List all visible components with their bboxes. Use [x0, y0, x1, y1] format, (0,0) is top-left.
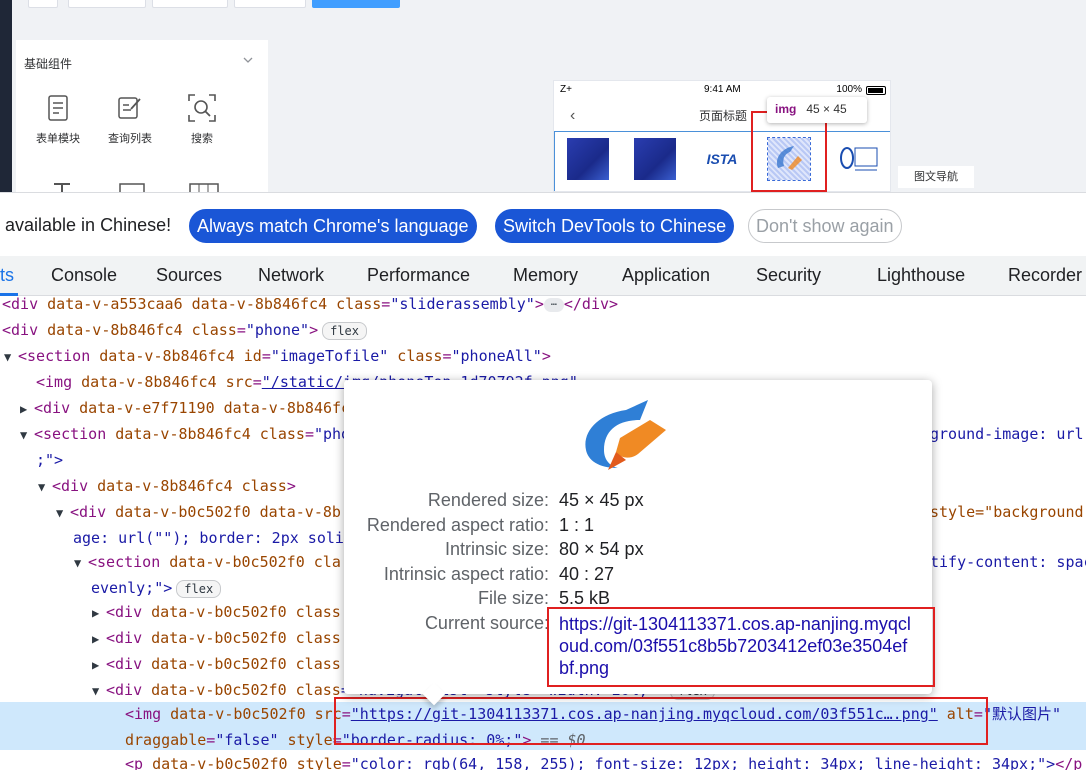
tab-sources[interactable]: Sources [156, 265, 222, 286]
collapse-triangle-icon[interactable]: ▶ [92, 627, 106, 651]
devtools-tab-bar: ts Console Sources Network Performance M… [0, 256, 1086, 296]
nav-image-1[interactable] [567, 138, 609, 180]
nav-image-5[interactable] [837, 138, 879, 180]
language-infobar: available in Chinese! Always match Chrom… [0, 192, 1086, 256]
tab-lighthouse[interactable]: Lighthouse [877, 265, 965, 286]
edit-list-icon [114, 92, 146, 124]
dom-attr-overflow: tify-content: spac [930, 553, 1086, 571]
image-nav-row[interactable]: ISTA [554, 131, 890, 191]
component-panel: 基础组件 表单模块 查询列表 搜索 [16, 40, 268, 192]
telecom-logo-icon [840, 147, 878, 171]
status-time: 9:41 AM [704, 84, 741, 95]
expand-triangle-icon[interactable]: ▼ [56, 501, 70, 525]
component-query-list[interactable]: 查询列表 [100, 92, 160, 146]
toolbar-button-2[interactable] [68, 0, 146, 8]
form-icon [42, 92, 74, 124]
collapse-triangle-icon[interactable]: ▶ [92, 601, 106, 625]
component-label: 搜索 [191, 133, 213, 145]
dom-attr-continued: ;"> [36, 451, 64, 469]
battery-percent: 100% [836, 84, 862, 95]
intrinsic-aspect-row: Intrinsic aspect ratio: 40 : 27 [383, 564, 615, 584]
nav-image-3[interactable]: ISTA [701, 138, 743, 180]
dom-node-navigat-list[interactable]: ▶ <div data-v-b0c502f0 class [92, 626, 341, 650]
carrier-label: Z+ [560, 84, 572, 95]
flex-badge[interactable]: flex [176, 579, 222, 598]
panel-title: 基础组件 [24, 57, 73, 71]
expand-triangle-icon[interactable]: ▼ [92, 679, 106, 703]
dom-node-imagetofile[interactable]: ▼ <section data-v-8b846fc4 id="imageTofil… [4, 344, 551, 368]
image-icon[interactable] [116, 180, 148, 192]
tab-network[interactable]: Network [258, 265, 324, 286]
tooltip-dimensions: 45 × 45 [806, 102, 847, 116]
dom-attr-overflow: ground-image: url(" [930, 425, 1086, 443]
flex-badge[interactable]: flex [322, 321, 367, 340]
component-label: 查询列表 [108, 133, 152, 145]
component-search[interactable]: 搜索 [172, 92, 232, 146]
grid-icon[interactable] [188, 180, 220, 192]
tab-application[interactable]: Application [622, 265, 710, 286]
dom-node-phone[interactable]: <div data-v-8b846fc4 class="phone"> flex [2, 318, 367, 342]
rendered-aspect-row: Rendered aspect ratio: 1 : 1 [366, 515, 595, 535]
logo-preview-image [585, 400, 666, 470]
expand-triangle-icon[interactable]: ▼ [4, 345, 18, 369]
rendered-size-row: Rendered size: 45 × 45 px [427, 490, 644, 510]
battery-icon [866, 86, 886, 95]
toolbar-button-3[interactable] [152, 0, 228, 8]
text-icon[interactable] [46, 180, 78, 192]
tab-memory[interactable]: Memory [513, 265, 578, 286]
toolbar-button-1[interactable] [28, 0, 58, 8]
app-window: 基础组件 表单模块 查询列表 搜索 Z+ 9:41 AM 100% ‹ 页面标题… [0, 0, 1086, 770]
dom-node-div-class[interactable]: ▼ <div data-v-8b846fc4 class> [38, 474, 296, 498]
low-code-editor: 基础组件 表单模块 查询列表 搜索 Z+ 9:41 AM 100% ‹ 页面标题… [0, 0, 1086, 192]
component-form[interactable]: 表单模块 [28, 92, 88, 146]
component-label: 表单模块 [36, 133, 80, 145]
intrinsic-size-row: Intrinsic size: 80 × 54 px [444, 539, 644, 559]
dom-node-section-b0c502f0[interactable]: ▼ <section data-v-b0c502f0 cla [74, 550, 341, 574]
tab-security[interactable]: Security [756, 265, 821, 286]
expand-triangle-icon[interactable]: ▼ [38, 475, 52, 499]
image-nav-component-label[interactable]: 图文导航 [898, 166, 974, 188]
tab-elements[interactable]: ts [0, 265, 14, 286]
highlight-box-source [547, 607, 935, 687]
switch-devtools-chinese-button[interactable]: Switch DevTools to Chinese [495, 209, 735, 243]
element-hover-tooltip: img 45 × 45 [767, 97, 867, 123]
dom-attr-continued: evenly;"> flex [91, 576, 222, 600]
dom-attr-overflow: style="background- [930, 503, 1086, 521]
collapsed-ellipsis[interactable]: … [543, 297, 564, 312]
editor-left-rail [0, 0, 12, 192]
search-scan-icon [186, 92, 218, 124]
dom-node-navigat-list[interactable]: ▶ <div data-v-b0c502f0 class [92, 600, 341, 624]
dom-attr-continued: age: url(""); border: 2px soli [73, 529, 344, 547]
dom-node-div-e7f71190[interactable]: ▶ <div data-v-e7f71190 data-v-8b846fc [20, 396, 350, 420]
tab-performance[interactable]: Performance [367, 265, 470, 286]
tab-console[interactable]: Console [51, 265, 117, 286]
dom-node-p[interactable]: <p data-v-b0c502f0 style="color: rgb(64,… [125, 752, 1082, 770]
nav-image-2[interactable] [634, 138, 676, 180]
highlight-box-preview [751, 111, 827, 192]
dom-node-div-b0c502f0[interactable]: ▼ <div data-v-b0c502f0 data-v-8b [56, 500, 341, 524]
always-match-language-button[interactable]: Always match Chrome's language [189, 209, 477, 243]
expand-triangle-icon[interactable]: ▼ [74, 551, 88, 575]
chevron-down-icon[interactable] [242, 54, 254, 66]
collapse-triangle-icon[interactable]: ▶ [92, 653, 106, 677]
expand-triangle-icon[interactable]: ▼ [20, 423, 34, 447]
tab-recorder[interactable]: Recorder [1008, 265, 1082, 286]
tooltip-tag: img [775, 102, 797, 116]
dont-show-again-button[interactable]: Don't show again [748, 209, 902, 243]
toolbar-button-4[interactable] [234, 0, 306, 8]
infobar-message: available in Chinese! [5, 215, 172, 235]
dom-node-navigat-list[interactable]: ▶ <div data-v-b0c502f0 class [92, 652, 341, 676]
dom-node-section-pho[interactable]: ▼ <section data-v-8b846fc4 class="pho [20, 422, 350, 446]
dom-node-sliderassembly[interactable]: <div data-v-a553caa6 data-v-8b846fc4 cla… [2, 292, 618, 316]
toolbar-primary-button[interactable] [312, 0, 400, 8]
collapse-triangle-icon[interactable]: ▶ [20, 397, 34, 421]
